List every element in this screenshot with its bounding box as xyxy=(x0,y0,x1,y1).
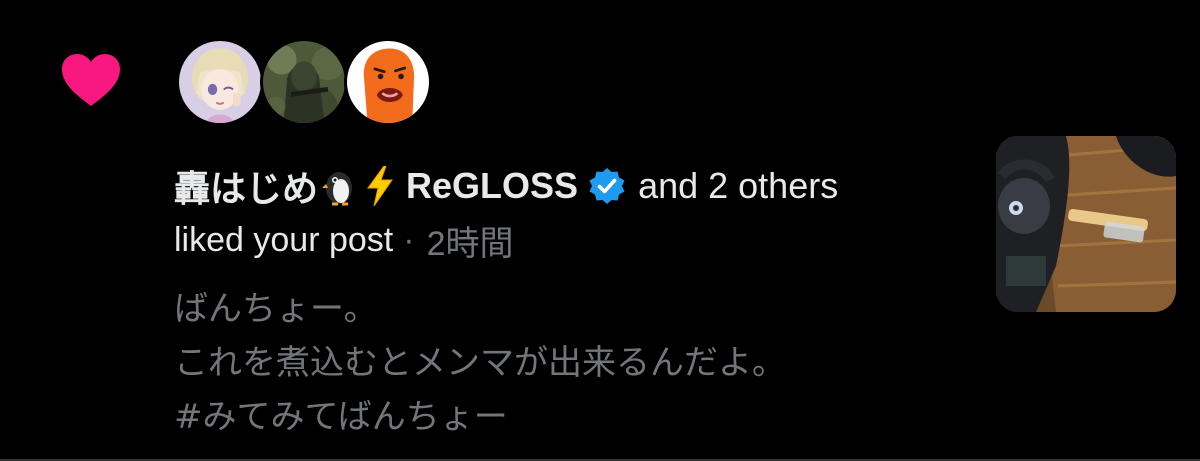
lightning-emoji-icon xyxy=(364,165,396,207)
avatar-orange-character[interactable] xyxy=(344,38,432,126)
notification-actors: 轟はじめ ReGLOSS and 2 others xyxy=(174,162,838,210)
post-image-thumbnail[interactable] xyxy=(996,136,1176,312)
actor-group[interactable]: ReGLOSS xyxy=(406,165,578,207)
action-text: liked your post xyxy=(174,220,394,259)
post-line-3: #みてみてばんちょー xyxy=(174,397,508,437)
liker-avatars xyxy=(176,38,432,126)
post-line-2: これを煮込むとメンマが出来るんだよ。 xyxy=(174,343,786,383)
heart-icon xyxy=(60,52,122,108)
others-link[interactable]: and 2 others xyxy=(638,165,838,207)
notification-meta: liked your post · 2時間 xyxy=(174,216,513,264)
penguin-emoji-icon xyxy=(322,166,356,206)
like-notification[interactable]: 轟はじめ ReGLOSS and 2 others liked your pos… xyxy=(0,0,1200,461)
separator-dot: · xyxy=(403,220,415,259)
avatar-ghillie-soldier[interactable] xyxy=(260,38,348,126)
timestamp: 2時間 xyxy=(426,224,514,263)
post-line-1: ばんちょー。 xyxy=(174,289,378,329)
post-preview-text: ばんちょー。 これを煮込むとメンマが出来るんだよ。 #みてみてばんちょー xyxy=(174,282,786,444)
avatar-anime-girl[interactable] xyxy=(176,38,264,126)
actor-name[interactable]: 轟はじめ xyxy=(174,160,318,212)
verified-badge-icon xyxy=(588,167,626,205)
